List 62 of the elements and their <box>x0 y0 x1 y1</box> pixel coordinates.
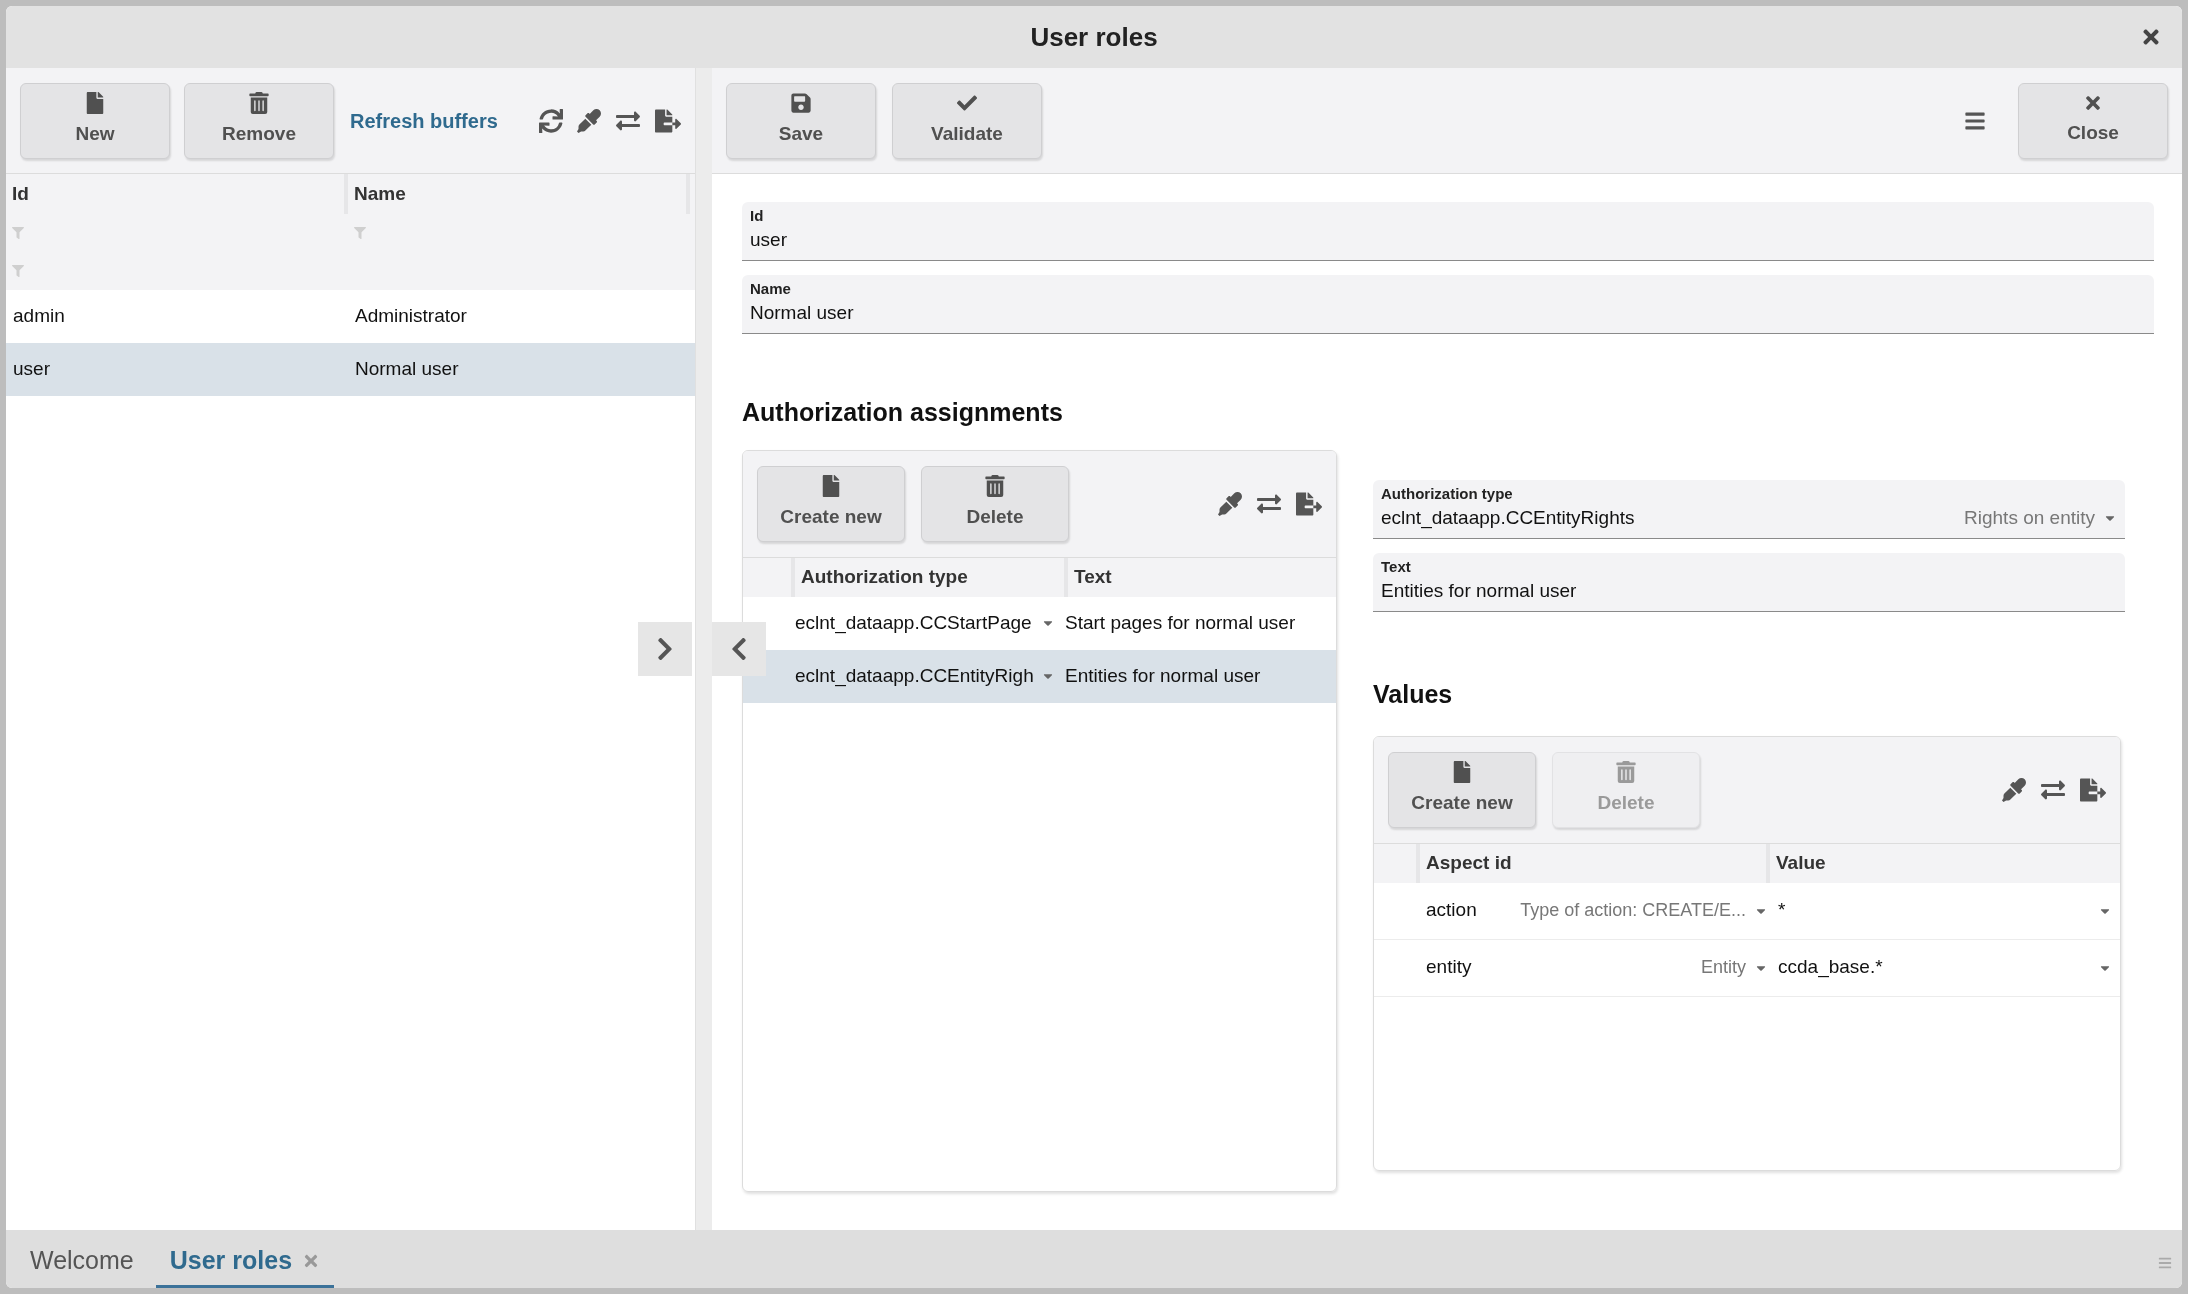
refresh-icon[interactable] <box>539 108 563 133</box>
eyedropper-icon[interactable] <box>2002 777 2026 802</box>
field-label: Name <box>750 279 792 299</box>
button-icon <box>821 475 841 498</box>
table-cell-text: admin <box>12 304 66 329</box>
table-cell-text: Normal user <box>354 357 460 382</box>
eyedropper-icon[interactable] <box>1218 491 1242 516</box>
toolbar-button[interactable]: Save <box>726 82 876 159</box>
table-row[interactable]: eclnt_dataapp.CCEntityRigh Entities for normal user <box>743 649 1336 703</box>
aspect-hint: Type of action: CREATE/E... <box>1519 899 1746 922</box>
button-icon <box>791 92 811 115</box>
field-value: eclnt_dataapp.CCEntityRights <box>1381 505 1636 531</box>
aspect-hint: Entity <box>1699 956 1746 979</box>
table-row[interactable]: eclnt_dataapp.CCStartPage Start pages for normal user <box>743 596 1336 650</box>
table-row[interactable]: user Normal user <box>6 343 695 396</box>
field-label: Authorization type <box>1381 483 1514 504</box>
toolbar-button[interactable]: Create new <box>757 465 905 542</box>
column-header[interactable]: Name <box>348 174 690 214</box>
button-icon <box>1616 761 1636 784</box>
button-icon <box>985 475 1005 498</box>
button-icon <box>1452 761 1472 784</box>
field-label: Text <box>1381 557 1412 577</box>
table-cell-text: entity <box>1426 955 1473 980</box>
table-cell-text: user <box>12 357 51 382</box>
table-cell-text: eclnt_dataapp.CCStartPage <box>795 610 1033 636</box>
table-cell-text: Administrator <box>354 304 468 329</box>
table-cell-text: * <box>1777 898 1787 923</box>
table-cell-text: eclnt_dataapp.CCEntityRigh <box>795 663 1035 689</box>
field-value: user <box>750 228 788 252</box>
window-title: User roles <box>1030 20 1158 54</box>
export-icon[interactable] <box>2080 777 2106 802</box>
export-icon[interactable] <box>1296 491 1322 516</box>
tab[interactable]: Welcome <box>16 1236 148 1288</box>
toolbar-button[interactable]: Remove <box>184 82 334 159</box>
toolbar-button[interactable]: New <box>20 82 170 159</box>
table-cell-text: Entities for normal user <box>1064 663 1262 688</box>
field-value: Normal user <box>750 301 855 325</box>
field-label: Id <box>750 206 765 226</box>
field-value: Entities for normal user <box>1381 579 1578 603</box>
field-hint: Rights on entity <box>1964 505 2095 530</box>
eyedropper-icon[interactable] <box>577 108 601 133</box>
text-field[interactable]: Id user <box>742 202 2154 261</box>
tab[interactable]: User roles <box>155 1236 335 1288</box>
toolbar-button[interactable]: Validate <box>892 82 1042 159</box>
section-heading: Values <box>1373 679 1454 710</box>
text-field[interactable]: Name Normal user <box>742 275 2154 334</box>
toolbar-button[interactable]: Delete <box>921 465 1069 542</box>
table-cell-text: ccda_base.* <box>1777 955 1884 980</box>
button-icon <box>85 92 105 115</box>
column-header[interactable]: Id <box>6 174 348 214</box>
export-icon[interactable] <box>655 108 681 133</box>
expand-right-button[interactable] <box>638 622 692 676</box>
close-button[interactable]: Close <box>2018 82 2168 159</box>
table-cell-text: action <box>1426 898 1478 923</box>
toolbar-button[interactable]: Create new <box>1388 751 1536 828</box>
text-field[interactable]: Text Entities for normal user <box>1373 553 2125 612</box>
refresh-buffers-link[interactable]: Refresh buffers <box>350 105 498 136</box>
text-field[interactable]: Authorization type eclnt_dataapp.CCEntityRights Rights on entity <box>1373 479 2125 539</box>
section-heading: Authorization assignments <box>742 397 1064 428</box>
table-cell-text: Start pages for normal user <box>1064 610 1297 635</box>
button-icon <box>249 92 269 115</box>
collapse-left-button[interactable] <box>712 622 766 676</box>
